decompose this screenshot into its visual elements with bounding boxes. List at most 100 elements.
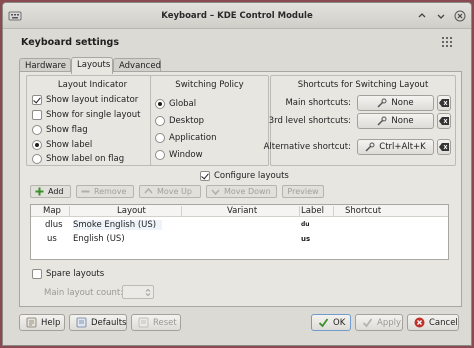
column-header-label[interactable]: Label (301, 206, 324, 216)
cancel-icon (414, 317, 425, 328)
show-flag-radio[interactable]: Show flag (32, 123, 88, 137)
spare-layouts-checkbox[interactable]: Spare layouts (32, 267, 104, 281)
third-level-shortcut-value: None (391, 116, 414, 126)
policy-desktop-radio[interactable]: Desktop (155, 114, 204, 128)
main-layout-count-spinbox[interactable] (122, 285, 154, 299)
clear-icon (439, 143, 449, 151)
tab-layouts[interactable]: Layouts (71, 57, 113, 74)
cell-layout: Smoke English (US) (73, 220, 163, 230)
wrench-icon (365, 142, 375, 152)
menu-grid-icon[interactable] (441, 36, 455, 48)
add-layout-button[interactable]: Add (30, 185, 71, 198)
checkbox-label: Show layout indicator (46, 95, 139, 105)
show-for-single-layout-checkbox[interactable]: Show for single layout (32, 108, 140, 122)
reset-button[interactable]: Reset (131, 314, 181, 331)
move-down-button[interactable]: Move Down (206, 185, 277, 198)
checkbox-box[interactable] (200, 171, 210, 181)
titlebar[interactable]: Keyboard – KDE Control Module (3, 3, 471, 29)
reset-label: Reset (153, 317, 177, 328)
radio-label: Global (169, 99, 197, 109)
add-label: Add (48, 187, 64, 196)
help-icon (26, 317, 37, 328)
help-button[interactable]: Help (19, 314, 65, 331)
alternative-shortcut-button[interactable]: Ctrl+Alt+K (357, 139, 434, 155)
arrow-up-icon (144, 187, 153, 194)
radio-label: Show label (46, 140, 93, 150)
window-title: Keyboard – KDE Control Module (161, 11, 313, 21)
checkbox-box[interactable] (32, 95, 42, 105)
remove-layout-button[interactable]: Remove (76, 185, 134, 198)
preview-button[interactable]: Preview (282, 185, 324, 198)
column-header-shortcut[interactable]: Shortcut (345, 206, 381, 216)
radio-label: Application (169, 133, 217, 143)
defaults-button[interactable]: Defaults (69, 314, 127, 331)
radio-button[interactable] (155, 133, 165, 143)
apply-label: Apply (377, 317, 401, 328)
kde-control-window: Keyboard – KDE Control Module Keyboard s… (2, 2, 472, 346)
policy-window-radio[interactable]: Window (155, 148, 203, 162)
column-header-layout[interactable]: Layout (117, 206, 146, 216)
clear-icon (439, 117, 449, 125)
main-layout-count-label: Main layout count: (44, 288, 124, 298)
cell-map: us (47, 234, 57, 244)
layouts-panel: Layout Indicator Show layout indicator S… (19, 71, 462, 307)
clear-main-shortcut-button[interactable] (437, 95, 451, 111)
close-window-icon[interactable] (454, 10, 466, 22)
apply-button[interactable]: Apply (355, 314, 403, 331)
move-down-label: Move Down (224, 187, 271, 196)
radio-button[interactable] (32, 154, 42, 164)
checkbox-label: Show for single layout (46, 110, 141, 120)
cancel-button[interactable]: Cancel (407, 314, 459, 331)
radio-button[interactable] (32, 140, 42, 150)
clear-icon (439, 99, 449, 107)
policy-global-radio[interactable]: Global (155, 97, 196, 111)
radio-button[interactable] (155, 99, 165, 109)
layout-indicator-group: Layout Indicator Show layout indicator S… (26, 75, 159, 166)
clear-third-level-shortcut-button[interactable] (437, 113, 451, 129)
column-separator (299, 206, 300, 216)
clear-alternative-shortcut-button[interactable] (437, 139, 451, 155)
move-up-button[interactable]: Move Up (139, 185, 201, 198)
column-header-variant[interactable]: Variant (227, 206, 257, 216)
page-heading: Keyboard settings (21, 37, 120, 48)
cell-label: du (301, 221, 310, 228)
radio-button[interactable] (155, 116, 165, 126)
radio-button[interactable] (32, 125, 42, 135)
defaults-label: Defaults (91, 317, 127, 328)
main-shortcut-value: None (391, 98, 414, 108)
wrench-icon (377, 98, 387, 108)
layout-indicator-title: Layout Indicator (57, 80, 128, 90)
radio-button[interactable] (155, 150, 165, 160)
table-row[interactable]: dlus Smoke English (US) du (31, 218, 448, 232)
ok-button[interactable]: OK (311, 314, 351, 331)
cell-map: dlus (45, 220, 63, 230)
arrow-down-icon (211, 189, 220, 196)
show-label-on-flag-radio[interactable]: Show label on flag (32, 152, 124, 166)
wrench-icon (377, 116, 387, 126)
checkbox-box[interactable] (32, 269, 42, 279)
radio-label: Show flag (46, 125, 88, 135)
switching-policy-group: Switching Policy Global Desktop Applicat… (150, 75, 269, 166)
shortcuts-group: Shortcuts for Switching Layout Main shor… (264, 75, 456, 166)
third-level-shortcut-button[interactable]: None (357, 113, 434, 129)
keep-above-icon[interactable] (416, 10, 428, 22)
apply-checkmark-icon (362, 317, 373, 328)
column-separator (181, 206, 182, 216)
layouts-table[interactable]: Map Layout Variant Label Shortcut dlus S… (30, 204, 449, 260)
shortcuts-title: Shortcuts for Switching Layout (297, 80, 429, 90)
ok-label: OK (333, 317, 346, 328)
column-separator (69, 206, 70, 216)
table-row[interactable]: us English (US) us (31, 232, 448, 246)
policy-application-radio[interactable]: Application (155, 131, 217, 145)
checkbox-label: Configure layouts (214, 171, 289, 181)
checkbox-box[interactable] (32, 110, 42, 120)
minimize-icon[interactable] (435, 10, 447, 22)
cell-label: us (301, 235, 311, 243)
column-header-map[interactable]: Map (43, 206, 61, 216)
configure-layouts-checkbox[interactable]: Configure layouts (200, 169, 289, 183)
show-layout-indicator-checkbox[interactable]: Show layout indicator (32, 93, 138, 107)
reset-icon (138, 317, 149, 328)
preview-label: Preview (287, 187, 319, 196)
main-shortcut-button[interactable]: None (357, 95, 434, 111)
show-label-radio[interactable]: Show label (32, 138, 92, 152)
